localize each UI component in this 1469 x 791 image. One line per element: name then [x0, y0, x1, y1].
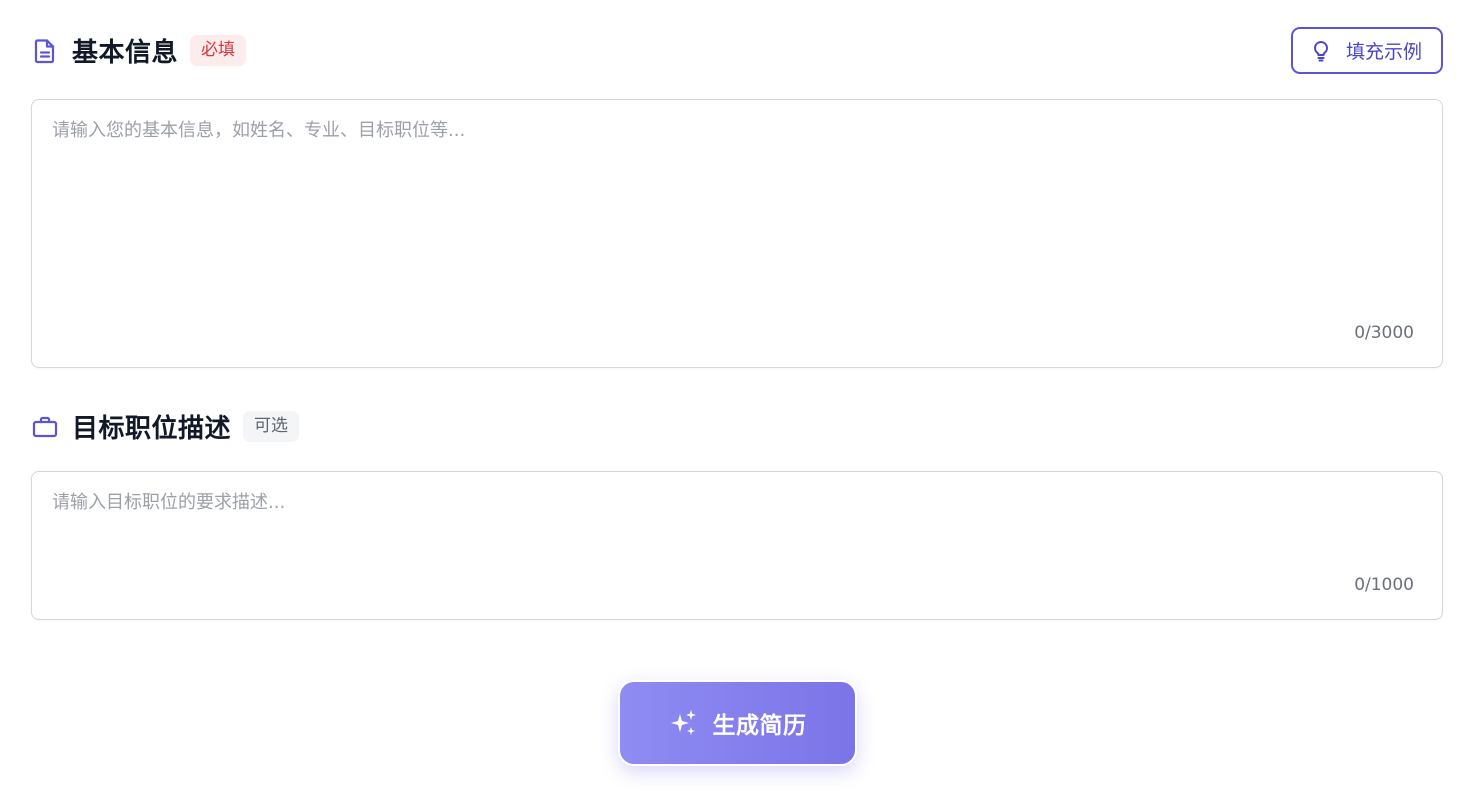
- generate-resume-label: 生成简历: [712, 713, 807, 739]
- basic-info-char-counter: 0/3000: [1354, 323, 1414, 343]
- document-icon: [32, 38, 58, 64]
- fill-example-label: 填充示例: [1345, 41, 1422, 63]
- lightbulb-icon: [1312, 40, 1330, 62]
- job-description-field: 0/1000: [31, 471, 1443, 620]
- optional-badge: 可选: [243, 411, 300, 442]
- job-description-char-counter: 0/1000: [1354, 575, 1414, 595]
- briefcase-icon: [32, 414, 58, 440]
- generate-resume-button[interactable]: 生成简历: [618, 680, 857, 766]
- basic-info-textarea[interactable]: [32, 100, 1442, 367]
- fill-example-button[interactable]: 填充示例: [1291, 27, 1443, 74]
- sparkles-icon: [669, 708, 699, 738]
- job-description-title: 目标职位描述: [72, 414, 232, 444]
- job-description-header: 目标职位描述 可选: [32, 408, 300, 445]
- required-badge: 必填: [190, 35, 247, 66]
- basic-info-field: 0/3000: [31, 99, 1443, 368]
- basic-info-title: 基本信息: [72, 38, 179, 68]
- job-description-textarea[interactable]: [32, 472, 1442, 619]
- basic-info-header: 基本信息 必填: [32, 32, 247, 69]
